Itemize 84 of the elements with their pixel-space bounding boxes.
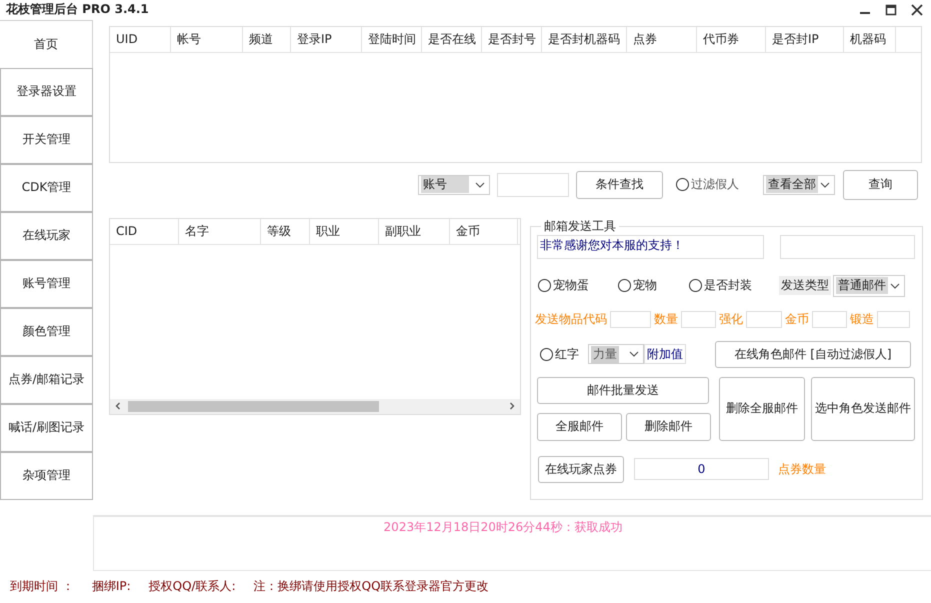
radio-button[interactable] [689,279,702,292]
scroll-right-icon[interactable] [508,402,516,410]
find-button[interactable]: 条件查找 [576,170,663,199]
column-header[interactable]: 是否封机器码 [542,26,627,52]
radio-button[interactable] [676,178,689,192]
online-mail-button[interactable]: 在线角色邮件 [自动过滤假人] [715,340,911,368]
sidebar-item[interactable]: 开关管理 [0,116,93,164]
radio-button[interactable] [540,348,553,361]
column-header[interactable]: 名字 [179,218,261,244]
column-header[interactable]: 金币 [450,218,518,244]
send-type-dropdown[interactable]: 普通邮件 [833,274,905,297]
text-field[interactable] [780,234,915,259]
bonus-label: 附加值 [644,344,686,364]
server-mail-button[interactable]: 全服邮件 [537,412,622,441]
close-icon[interactable] [911,4,923,16]
column-header[interactable]: 登陆时间 [362,26,422,52]
sidebar-item[interactable]: 杂项管理 [0,452,93,500]
column-header[interactable]: 等级 [261,218,310,244]
message-field[interactable]: 非常感谢您对本服的支持！ [537,234,764,259]
column-header[interactable]: 点券 [627,26,697,52]
delete-mail-button[interactable]: 删除邮件 [626,412,711,441]
sidebar-item[interactable]: CDK管理 [0,164,93,212]
column-header[interactable]: 登录IP [291,26,362,52]
radio-button[interactable] [538,279,551,292]
column-header[interactable]: 是否封IP [766,26,844,52]
caret-icon [475,182,485,188]
sidebar-item[interactable]: 在线玩家 [0,212,93,260]
field-label: 强化 [719,310,743,328]
input-field[interactable] [681,310,716,328]
query-button[interactable]: 查询 [843,170,918,200]
column-header[interactable]: 是否封号 [482,26,542,52]
field-label: 数量 [654,310,678,328]
caret-icon [629,351,639,358]
field-dropdown[interactable]: 账号 [418,174,490,195]
points-label: 点券数量 [778,460,826,478]
footer-text: 授权QQ/联系人: [148,578,236,596]
column-header[interactable]: 副职业 [379,218,450,244]
points-button[interactable]: 在线玩家点券 [538,456,624,483]
footer-text: 注：换绑请使用授权QQ联系登录器官方更改 [254,578,489,596]
radio-button[interactable] [618,279,631,292]
maximize-icon[interactable] [885,4,897,16]
column-header[interactable]: 代币券 [697,26,766,52]
radio-label: 是否封装 [704,277,752,294]
sidebar-item[interactable]: 颜色管理 [0,308,93,356]
caret-icon [890,282,900,289]
send-selected-role-button[interactable]: 选中角色发送邮件 [811,376,915,441]
delete-server-mail-button[interactable]: 删除全服邮件 [719,376,805,441]
radio-label: 宠物 [633,277,657,294]
footer-text: 到期时间 ： [10,578,74,596]
input-field[interactable] [877,310,910,328]
input-field[interactable] [812,310,847,328]
scroll-left-icon[interactable] [114,402,122,410]
sidebar-item[interactable]: 首页 [0,20,93,68]
column-header[interactable]: 帐号 [171,26,243,52]
sidebar-item[interactable]: 点券/邮箱记录 [0,356,93,404]
sidebar-item[interactable]: 喊话/刷图记录 [0,404,93,452]
field-label: 金币 [785,310,809,328]
column-header[interactable]: 频道 [243,26,291,52]
column-header[interactable]: 职业 [310,218,379,244]
footer-text: 捆绑IP: [92,578,131,596]
input-field[interactable] [746,310,782,328]
field-label: 发送物品代码 [535,310,607,328]
send-type-label: 发送类型 [779,276,831,296]
attribute-dropdown[interactable]: 力量 [588,344,644,364]
batch-send-button[interactable]: 邮件批量发送 [537,376,709,404]
window-title: 花枝管理后台 PRO 3.4.1 [6,1,149,18]
status-message: 2023年12月18日20时26分44秒：获取成功 [384,518,622,536]
caret-icon [820,182,830,188]
column-header[interactable]: CID [110,218,179,244]
panel-title: 邮箱发送工具 [543,218,617,235]
horizontal-scrollbar[interactable] [110,398,520,414]
sidebar-item[interactable]: 账号管理 [0,260,93,308]
radio-label: 宠物蛋 [553,277,589,294]
sidebar-item[interactable]: 登录器设置 [0,68,93,116]
column-header[interactable]: 是否在线 [422,26,482,52]
points-field[interactable]: 0 [634,458,769,480]
input-field[interactable] [610,310,651,328]
column-header[interactable]: 机器码 [844,26,896,52]
view-dropdown[interactable]: 查看全部 [763,174,835,195]
radio-label: 过滤假人 [691,176,739,194]
search-field[interactable] [497,172,569,197]
column-header[interactable]: UID [110,26,171,52]
radio-label: 红字 [555,346,579,363]
field-label: 锻造 [850,310,874,328]
